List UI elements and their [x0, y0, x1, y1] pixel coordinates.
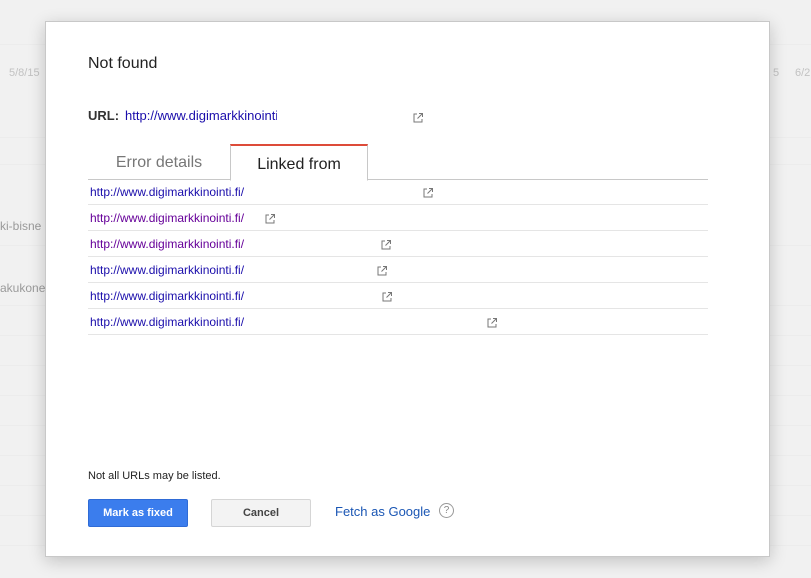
linked-from-list: http://www.digimarkkinointi.fi/ http://w…	[88, 179, 708, 335]
bg-date-label: 6/2	[795, 67, 811, 79]
list-item: http://www.digimarkkinointi.fi/	[88, 179, 708, 205]
mark-as-fixed-button[interactable]: Mark as fixed	[88, 499, 188, 527]
linked-url[interactable]: http://www.digimarkkinointi.fi/	[90, 237, 244, 251]
bg-date-label: 5	[773, 67, 780, 79]
linked-url[interactable]: http://www.digimarkkinointi.fi/	[90, 185, 244, 199]
external-link-icon[interactable]	[412, 112, 424, 124]
linked-url[interactable]: http://www.digimarkkinointi.fi/	[90, 289, 244, 303]
urls-note: Not all URLs may be listed.	[88, 470, 221, 482]
bg-date-label: 5/8/15	[9, 67, 40, 79]
linked-url[interactable]: http://www.digimarkkinointi.fi/	[90, 315, 244, 329]
url-row: URL: http://www.digimarkkinointi.	[88, 108, 277, 123]
list-item: http://www.digimarkkinointi.fi/	[88, 309, 708, 335]
cancel-button[interactable]: Cancel	[211, 499, 311, 527]
external-link-icon[interactable]	[486, 317, 498, 329]
external-link-icon[interactable]	[422, 187, 434, 199]
not-found-dialog: Not found URL: http://www.digimarkkinoin…	[45, 21, 770, 557]
list-item: http://www.digimarkkinointi.fi/	[88, 257, 708, 283]
fetch-as-google-link[interactable]: Fetch as Google	[335, 504, 430, 519]
tab-error-details[interactable]: Error details	[88, 144, 230, 179]
external-link-icon[interactable]	[376, 265, 388, 277]
tab-linked-from[interactable]: Linked from	[230, 144, 368, 181]
linked-url[interactable]: http://www.digimarkkinointi.fi/	[90, 211, 244, 225]
list-item: http://www.digimarkkinointi.fi/	[88, 231, 708, 257]
dialog-title: Not found	[88, 55, 158, 72]
help-icon[interactable]: ?	[439, 503, 454, 518]
url-link[interactable]: http://www.digimarkkinointi.	[125, 108, 277, 123]
url-label: URL:	[88, 108, 120, 123]
list-item: http://www.digimarkkinointi.fi/	[88, 283, 708, 309]
external-link-icon[interactable]	[264, 213, 276, 225]
external-link-icon[interactable]	[381, 291, 393, 303]
bg-snippet: akukone	[0, 281, 46, 295]
tab-bar: Error details Linked from	[88, 144, 708, 181]
list-item: http://www.digimarkkinointi.fi/	[88, 205, 708, 231]
external-link-icon[interactable]	[380, 239, 392, 251]
linked-url[interactable]: http://www.digimarkkinointi.fi/	[90, 263, 244, 277]
bg-snippet: ki-bisne	[0, 219, 42, 233]
